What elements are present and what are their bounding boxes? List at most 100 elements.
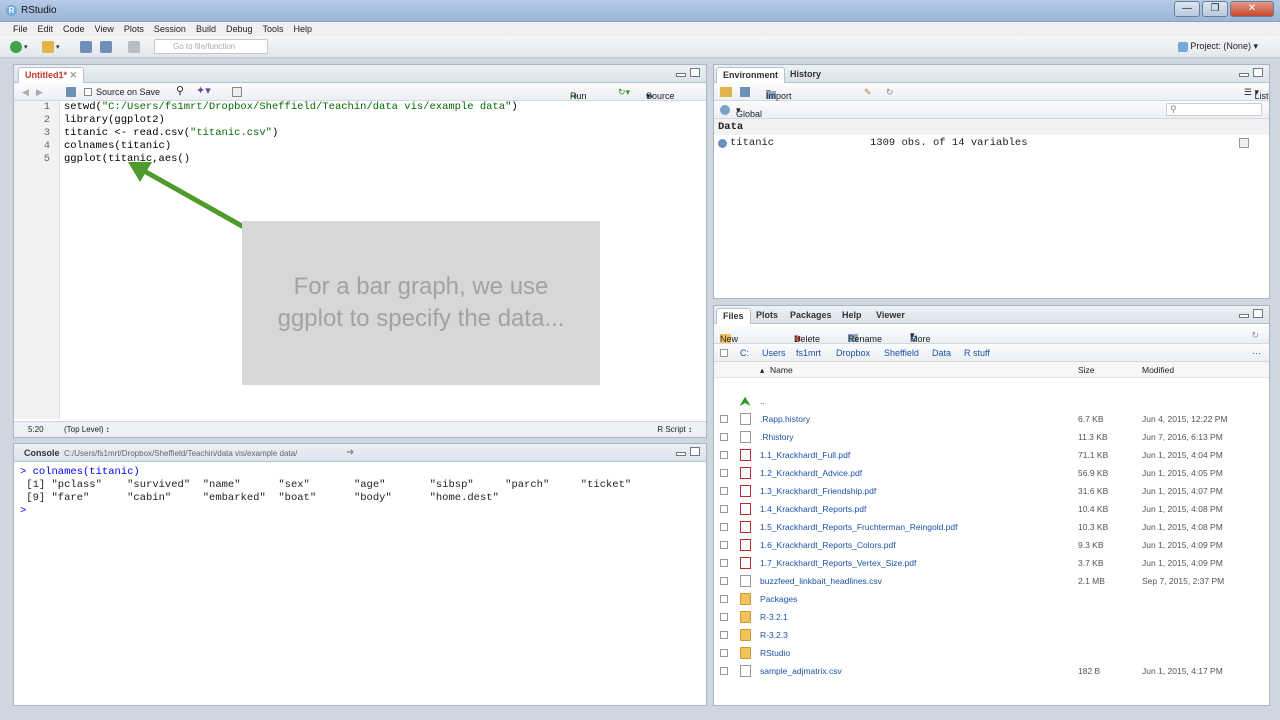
console-prompt[interactable]: > bbox=[20, 505, 706, 518]
file-checkbox[interactable] bbox=[720, 505, 728, 513]
file-row[interactable]: R-3.2.3 bbox=[714, 626, 1269, 644]
file-name[interactable]: RStudio bbox=[760, 644, 790, 662]
parent-directory-icon[interactable]: ⮝ bbox=[740, 395, 751, 407]
minimize-pane-button[interactable] bbox=[1239, 73, 1249, 77]
file-row[interactable]: 1.7_Krackhardt_Reports_Vertex_Size.pdf 3.… bbox=[714, 554, 1269, 572]
file-name[interactable]: buzzfeed_linkbait_headlines.csv bbox=[760, 572, 882, 590]
select-all-checkbox[interactable] bbox=[720, 349, 728, 357]
files-pane: Files Plots Packages Help Viewer New Fol… bbox=[713, 305, 1270, 706]
environment-row[interactable]: titanic 1309 obs. of 14 variables bbox=[718, 137, 1265, 151]
sort-ascending-icon[interactable]: ▴ bbox=[760, 365, 764, 376]
tab-files[interactable]: Files bbox=[716, 308, 751, 324]
file-checkbox[interactable] bbox=[720, 469, 728, 477]
tab-history[interactable]: History bbox=[784, 67, 827, 83]
file-checkbox[interactable] bbox=[720, 649, 728, 657]
file-checkbox[interactable] bbox=[720, 577, 728, 585]
breadcrumb-item[interactable]: Users bbox=[762, 348, 786, 358]
breadcrumb-item[interactable]: fs1mrt bbox=[796, 348, 821, 358]
file-checkbox[interactable] bbox=[720, 595, 728, 603]
file-checkbox[interactable] bbox=[720, 487, 728, 495]
save-workspace-icon[interactable] bbox=[740, 87, 750, 97]
pdf-file-icon bbox=[740, 467, 751, 479]
file-name[interactable]: 1.3_Krackhardt_Friendship.pdf bbox=[760, 482, 876, 500]
file-name[interactable]: 1.6_Krackhardt_Reports_Colors.pdf bbox=[760, 536, 896, 554]
maximize-pane-button[interactable] bbox=[1253, 68, 1263, 77]
file-name[interactable]: .Rhistory bbox=[760, 428, 794, 446]
name-column-header[interactable]: Name bbox=[770, 365, 793, 375]
file-checkbox[interactable] bbox=[720, 613, 728, 621]
file-row[interactable]: ⮝.. bbox=[714, 392, 1269, 410]
file-checkbox[interactable] bbox=[720, 415, 728, 423]
console-output[interactable]: > colnames(titanic) [1] "pclass" "surviv… bbox=[14, 462, 706, 705]
file-checkbox[interactable] bbox=[720, 667, 728, 675]
file-name[interactable]: R-3.2.3 bbox=[760, 626, 788, 644]
file-size: 6.7 KB bbox=[1078, 414, 1104, 424]
file-name[interactable]: 1.1_Krackhardt_Full.pdf bbox=[760, 446, 850, 464]
file-row[interactable]: RStudio bbox=[714, 644, 1269, 662]
file-name[interactable]: 1.5_Krackhardt_Reports_Fruchterman_Reing… bbox=[760, 518, 958, 536]
breadcrumb-item[interactable]: Sheffield bbox=[884, 348, 919, 358]
file-row[interactable]: 1.2_Krackhardt_Advice.pdf 56.9 KB Jun 1, 2… bbox=[714, 464, 1269, 482]
file-name[interactable]: .. bbox=[760, 392, 765, 410]
file-row[interactable]: 1.6_Krackhardt_Reports_Colors.pdf 9.3 KB J… bbox=[714, 536, 1269, 554]
view-data-icon[interactable] bbox=[1239, 138, 1249, 148]
pdf-file-icon bbox=[740, 503, 751, 515]
goto-dir-icon[interactable]: ➜ bbox=[346, 447, 354, 458]
modified-column-header[interactable]: Modified bbox=[1142, 365, 1174, 375]
file-name[interactable]: sample_adjmatrix.csv bbox=[760, 662, 842, 680]
file-modified: Jun 1, 2015, 4:08 PM bbox=[1142, 522, 1223, 532]
tab-packages[interactable]: Packages bbox=[784, 308, 838, 324]
file-row[interactable]: 1.5_Krackhardt_Reports_Fruchterman_Reing… bbox=[714, 518, 1269, 536]
tab-environment[interactable]: Environment bbox=[716, 67, 786, 83]
list-view-dropdown[interactable]: ☰ List ▾ bbox=[1244, 87, 1269, 101]
maximize-pane-button[interactable] bbox=[690, 447, 700, 456]
file-name[interactable]: 1.7_Krackhardt_Reports_Vertex_Size.pdf bbox=[760, 554, 916, 572]
minimize-pane-button[interactable] bbox=[676, 452, 686, 456]
breadcrumb-item[interactable]: R stuff bbox=[964, 348, 990, 358]
tab-plots[interactable]: Plots bbox=[750, 308, 784, 324]
file-name[interactable]: Packages bbox=[760, 590, 797, 608]
file-checkbox[interactable] bbox=[720, 451, 728, 459]
import-dataset-button[interactable]: Import Dataset ▾ bbox=[766, 87, 797, 111]
file-row[interactable]: .Rhistory 11.3 KB Jun 7, 2016, 6:13 PM bbox=[714, 428, 1269, 446]
file-name[interactable]: 1.4_Krackhardt_Reports.pdf bbox=[760, 500, 866, 518]
breadcrumb-item[interactable]: C: bbox=[740, 348, 749, 358]
file-icon bbox=[740, 665, 751, 677]
refresh-icon[interactable]: ↻ bbox=[1251, 330, 1259, 341]
minimize-pane-button[interactable] bbox=[1239, 314, 1249, 318]
breadcrumb-item[interactable]: Dropbox bbox=[836, 348, 870, 358]
broom-icon[interactable]: ✎ bbox=[864, 87, 872, 98]
file-checkbox[interactable] bbox=[720, 631, 728, 639]
file-row[interactable]: sample_adjmatrix.csv 182 B Jun 1, 2015, 4:… bbox=[714, 662, 1269, 680]
file-row[interactable]: buzzfeed_linkbait_headlines.csv 2.1 MB Sep… bbox=[714, 572, 1269, 590]
file-row[interactable]: 1.3_Krackhardt_Friendship.pdf 31.6 KB Jun … bbox=[714, 482, 1269, 500]
tab-help[interactable]: Help bbox=[836, 308, 868, 324]
file-row[interactable]: .Rapp.history 6.7 KB Jun 4, 2015, 12:22 PM bbox=[714, 410, 1269, 428]
expand-icon[interactable] bbox=[718, 139, 727, 148]
more-options-icon[interactable]: ⋯ bbox=[1252, 348, 1261, 359]
environment-toolbar: Import Dataset ▾ ✎ ↻ ☰ List ▾ bbox=[714, 83, 1269, 111]
load-workspace-icon[interactable] bbox=[720, 87, 732, 97]
file-name[interactable]: R-3.2.1 bbox=[760, 608, 788, 626]
file-name[interactable]: 1.2_Krackhardt_Advice.pdf bbox=[760, 464, 862, 482]
size-column-header[interactable]: Size bbox=[1078, 365, 1095, 375]
refresh-icon[interactable]: ↻ bbox=[886, 87, 894, 98]
file-row[interactable]: Packages bbox=[714, 590, 1269, 608]
file-checkbox[interactable] bbox=[720, 541, 728, 549]
file-row[interactable]: 1.1_Krackhardt_Full.pdf 71.1 KB Jun 1, 201… bbox=[714, 446, 1269, 464]
tab-viewer[interactable]: Viewer bbox=[870, 308, 911, 324]
file-checkbox[interactable] bbox=[720, 523, 728, 531]
breadcrumb-item[interactable]: Data bbox=[932, 348, 951, 358]
file-checkbox[interactable] bbox=[720, 559, 728, 567]
folder-icon bbox=[740, 593, 751, 605]
file-row[interactable]: R-3.2.1 bbox=[714, 608, 1269, 626]
global-environment-dropdown[interactable]: Global Environment ▾ bbox=[736, 105, 787, 129]
file-size: 182 B bbox=[1078, 666, 1101, 676]
file-checkbox[interactable] bbox=[720, 433, 728, 441]
more-button[interactable]: ⚙ More ▾ bbox=[910, 330, 931, 344]
environment-search-input[interactable]: ⚲ bbox=[1166, 103, 1262, 116]
file-row[interactable]: 1.4_Krackhardt_Reports.pdf 10.4 KB Jun 1, … bbox=[714, 500, 1269, 518]
file-name[interactable]: .Rapp.history bbox=[760, 410, 810, 428]
environment-scope-bar: Global Environment ▾ ⚲ bbox=[714, 101, 1269, 129]
maximize-pane-button[interactable] bbox=[1253, 309, 1263, 318]
